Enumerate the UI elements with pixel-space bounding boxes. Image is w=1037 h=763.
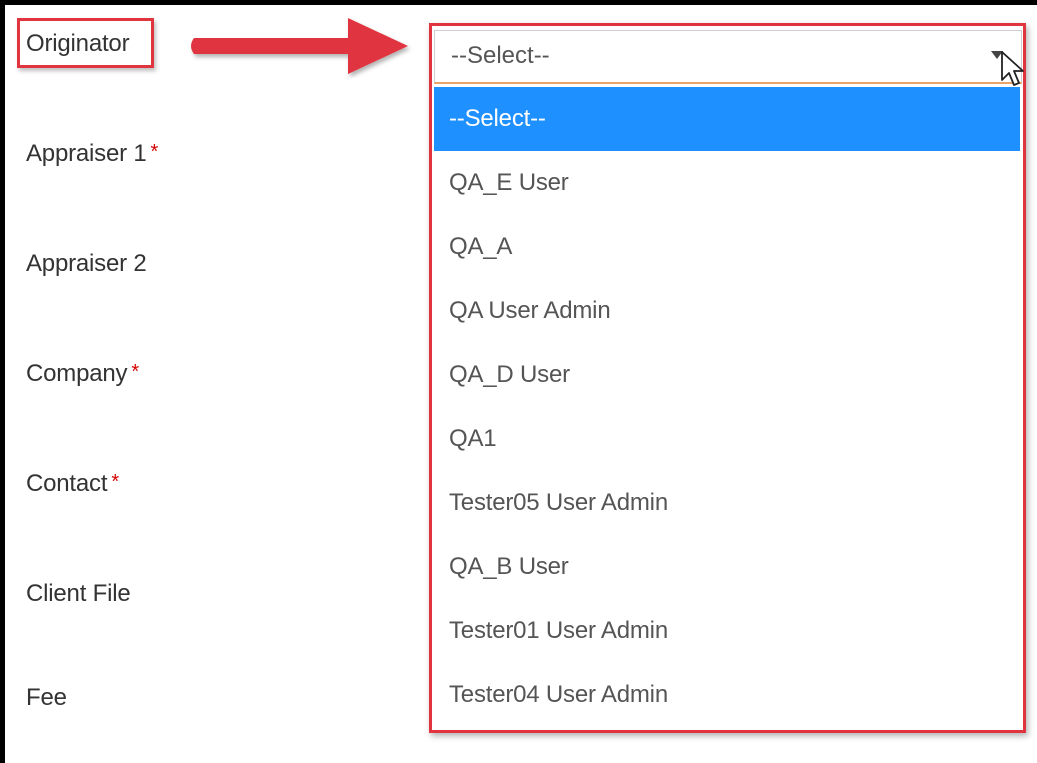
required-marker: *	[150, 141, 159, 163]
select-value: --Select--	[451, 42, 550, 69]
label-contact: Contact *	[26, 470, 119, 497]
required-marker: *	[111, 471, 119, 493]
label-appraiser-1: Appraiser 1 *	[26, 140, 159, 167]
option-qa-a[interactable]: QA_A	[434, 215, 1020, 279]
option-qa-e-user[interactable]: QA_E User	[434, 151, 1020, 215]
option-tester01-user-admin[interactable]: Tester01 User Admin	[434, 599, 1020, 663]
originator-options-list: --Select-- QA_E User QA_A QA User Admin …	[434, 87, 1020, 727]
label-company: Company *	[26, 360, 139, 387]
label-client-file: Client File	[26, 580, 131, 607]
option-tester04-user-admin[interactable]: Tester04 User Admin	[434, 663, 1020, 727]
option-qa-user-admin[interactable]: QA User Admin	[434, 279, 1020, 343]
red-arrow-icon	[191, 18, 408, 74]
label-appraiser-2: Appraiser 2	[26, 250, 147, 277]
originator-select[interactable]: --Select--	[434, 30, 1022, 84]
option-select-placeholder[interactable]: --Select--	[434, 87, 1020, 151]
required-marker: *	[131, 361, 139, 383]
option-qa-b-user[interactable]: QA_B User	[434, 535, 1020, 599]
option-tester05-user-admin[interactable]: Tester05 User Admin	[434, 471, 1020, 535]
label-fee: Fee	[26, 684, 67, 711]
option-qa-d-user[interactable]: QA_D User	[434, 343, 1020, 407]
cursor-arrow-icon	[1001, 51, 1024, 86]
originator-annotation-box	[17, 18, 154, 68]
option-qa1[interactable]: QA1	[434, 407, 1020, 471]
